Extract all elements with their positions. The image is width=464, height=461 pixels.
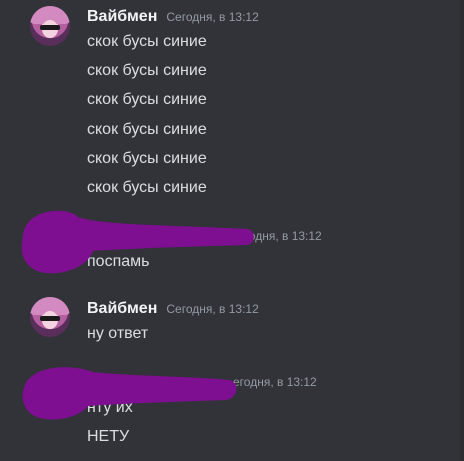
message-text: НЕТУ [87,428,130,445]
username[interactable]: Вайбмен [87,300,157,318]
redaction-scribble [22,367,237,420]
avatar[interactable] [30,6,70,46]
message-header: Вайбмен Сегодня, в 13:12 [87,300,259,320]
redaction-scribble [21,210,254,274]
message-text: скок бусы синие [87,33,207,50]
message-text: скок бусы синие [87,62,207,79]
message-text: скок бусы синие [87,91,207,108]
message-header: егодня, в 13:12 [233,375,317,395]
avatar-glasses [40,316,60,321]
timestamp[interactable]: Сегодня, в 13:12 [166,10,258,24]
username[interactable]: Вайбмен [87,8,157,26]
message-text: ну ответ [87,325,149,342]
message-header: Вайбмен Сегодня, в 13:12 [87,8,259,28]
scrollbar[interactable] [460,0,464,461]
chat-message-list: Вайбмен Сегодня, в 13:12 скок бусы синие… [0,0,464,461]
timestamp[interactable]: Сегодня, в 13:12 [166,302,258,316]
message-text: скок бусы синие [87,121,207,138]
message-text: скок бусы синие [87,150,207,167]
avatar[interactable] [30,297,70,337]
timestamp[interactable]: егодня, в 13:12 [233,375,317,389]
avatar-glasses [40,25,60,30]
message-text: скок бусы синие [87,179,207,196]
